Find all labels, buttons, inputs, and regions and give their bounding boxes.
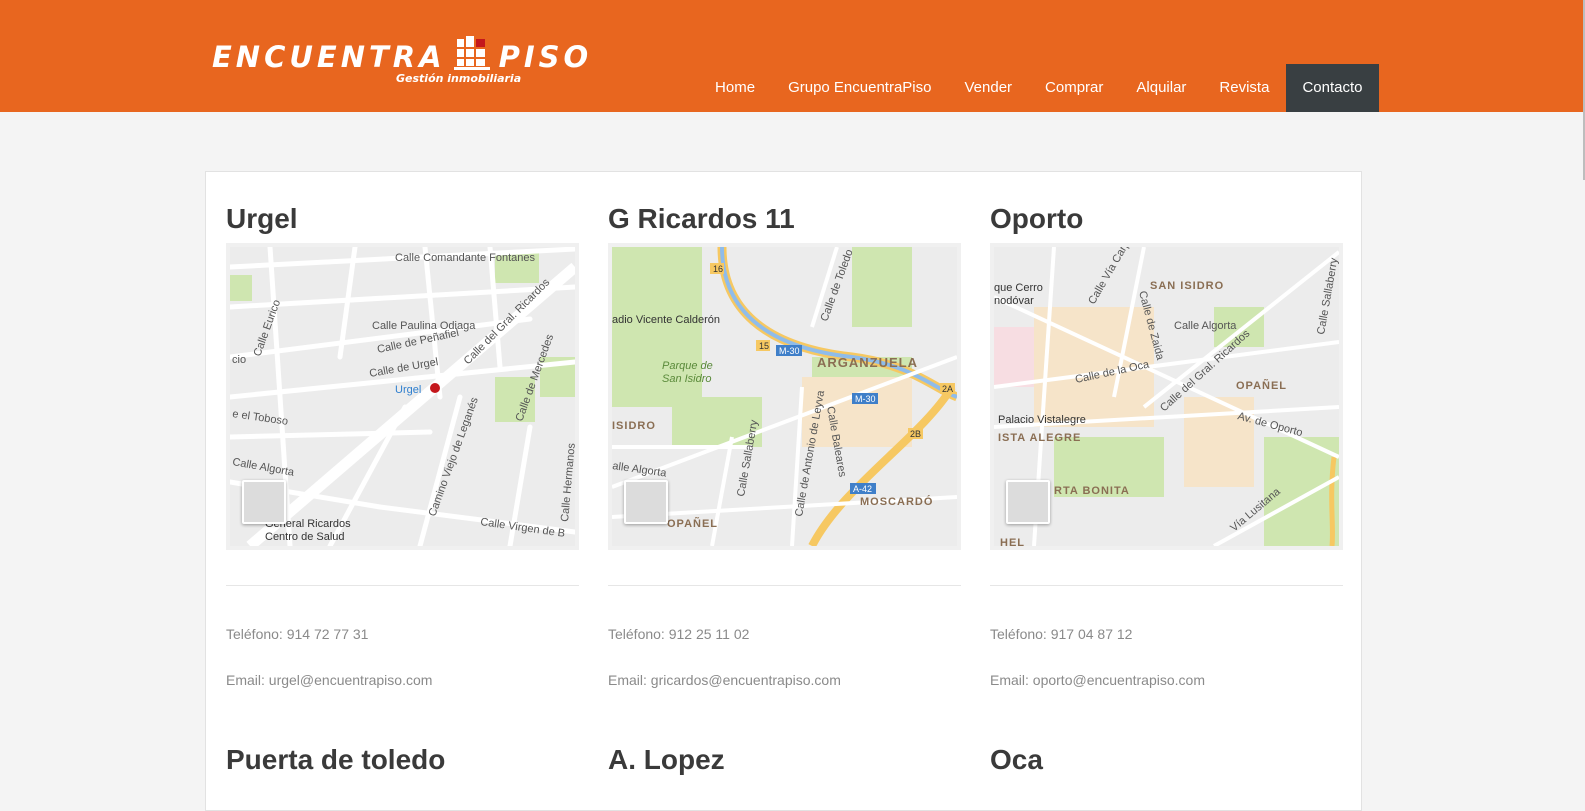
map-label: MOSCARDÓ — [860, 495, 933, 508]
map-label: OPAÑEL — [667, 517, 718, 530]
map-label: 16 — [713, 264, 723, 274]
nav-revista[interactable]: Revista — [1203, 64, 1286, 112]
nav-home[interactable]: Home — [699, 64, 772, 112]
office-email[interactable]: Email: urgel@encuentrapiso.com — [226, 672, 432, 688]
map-label: San Isidro — [662, 373, 712, 385]
nav-grupo-encuentrapiso[interactable]: Grupo EncuentraPiso — [772, 64, 948, 112]
nav-vender[interactable]: Vender — [948, 64, 1029, 112]
map-label: OPAÑEL — [1236, 379, 1287, 392]
office-title: Urgel — [226, 203, 298, 234]
map-label: Calle Comandante Fontanes — [395, 252, 536, 264]
map-label: Parque de — [662, 360, 713, 372]
map-label: HEL — [1000, 537, 1025, 546]
map-label: RTA BONITA — [1054, 485, 1130, 497]
nav-contacto[interactable]: Contacto — [1285, 64, 1379, 112]
office-urgel: Urgel Calle Comandante Fontanes Calle Eu… — [226, 199, 579, 688]
map-label: cio — [232, 354, 246, 366]
office-phone: Teléfono: 912 25 11 02 — [608, 626, 750, 642]
map-label: Calle Algorta — [1174, 320, 1237, 332]
map-label: Centro de Salud — [265, 531, 345, 543]
map-label: Urgel — [395, 384, 421, 396]
site-logo[interactable]: ENCUENTRA PISO Gestión inmobiliaria — [212, 32, 588, 90]
map-label: Calle Paulina Odiaga — [372, 320, 476, 332]
logo-building-icon — [453, 36, 490, 77]
divider — [990, 585, 1343, 586]
logo-tagline: Gestión inmobiliaria — [396, 72, 522, 85]
map-label: 2B — [910, 429, 921, 439]
map-label: A-42 — [853, 484, 872, 494]
office-title: Oporto — [990, 203, 1084, 234]
divider — [226, 585, 579, 586]
map-label: M-30 — [855, 394, 876, 404]
office-g-ricardos-11: G Ricardos 11 Calle de Toledo adio Vicen… — [608, 199, 961, 688]
logo-name-right: PISO — [498, 39, 593, 74]
offices-card: Urgel Calle Comandante Fontanes Calle Eu… — [205, 171, 1362, 811]
office-email[interactable]: Email: oporto@encuentrapiso.com — [990, 672, 1205, 688]
office-title-puerta-de-toledo: Puerta de toledo — [226, 744, 446, 775]
map-pegman-control[interactable] — [1006, 480, 1050, 524]
office-map[interactable]: que Cerro nodóvar SAN ISIDRO Calle Vía C… — [990, 243, 1343, 550]
office-oporto: Oporto que Cerro nodóvar SAN ISIDRO Call… — [990, 199, 1343, 688]
map-label: adio Vicente Calderón — [612, 314, 720, 326]
office-phone: Teléfono: 917 04 87 12 — [990, 626, 1133, 642]
site-header: ENCUENTRA PISO Gestión inmobiliaria Home… — [0, 0, 1585, 112]
office-title-oca: Oca — [990, 744, 1043, 775]
nav-alquilar[interactable]: Alquilar — [1120, 64, 1203, 112]
logo-name-left: ENCUENTRA — [212, 39, 446, 74]
map-pegman-control[interactable] — [242, 480, 286, 524]
office-map[interactable]: Calle de Toledo adio Vicente Calderón AR… — [608, 243, 961, 550]
main-nav: Home Grupo EncuentraPiso Vender Comprar … — [699, 64, 1379, 112]
office-email[interactable]: Email: gricardos@encuentrapiso.com — [608, 672, 841, 688]
nav-comprar[interactable]: Comprar — [1029, 64, 1120, 112]
map-label: Palacio Vistalegre — [998, 414, 1086, 426]
map-label: SAN ISIDRO — [1150, 280, 1224, 292]
map-label: ARGANZUELA — [817, 355, 918, 370]
map-label: ISIDRO — [612, 420, 656, 432]
logo-wordmark: ENCUENTRA PISO — [212, 36, 592, 77]
divider — [608, 585, 961, 586]
map-label: ISTA ALEGRE — [998, 432, 1081, 444]
office-title-a-lopez: A. Lopez — [608, 744, 725, 775]
office-title: G Ricardos 11 — [608, 203, 795, 234]
map-label: M-30 — [779, 346, 800, 356]
map-pegman-control[interactable] — [624, 480, 668, 524]
office-map[interactable]: Calle Comandante Fontanes Calle Eurico C… — [226, 243, 579, 550]
map-label: nodóvar — [994, 295, 1034, 307]
map-label: 15 — [759, 341, 769, 351]
office-phone: Teléfono: 914 72 77 31 — [226, 626, 369, 642]
map-label: que Cerro — [994, 282, 1043, 294]
map-label: 2A — [942, 384, 953, 394]
